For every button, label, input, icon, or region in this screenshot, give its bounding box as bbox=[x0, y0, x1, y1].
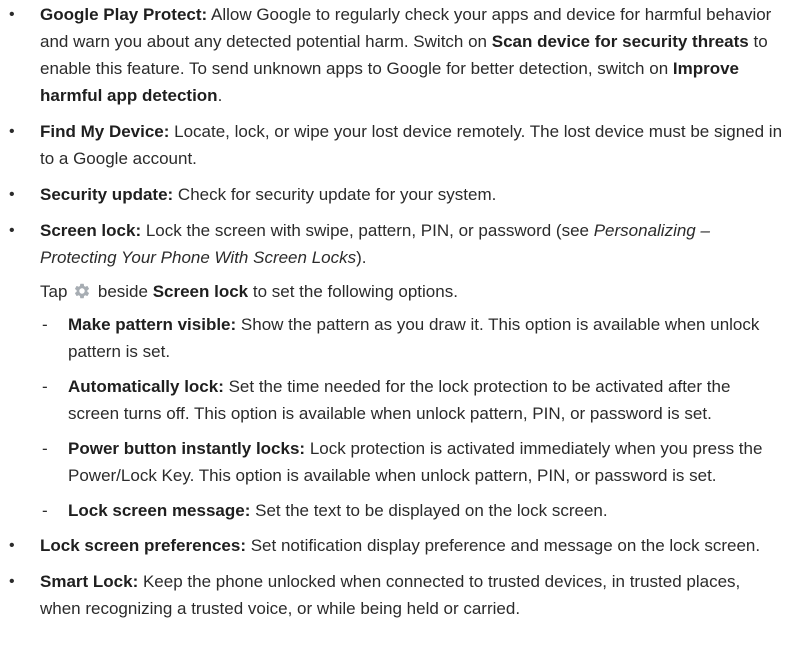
item-text: Keep the phone unlocked when connected t… bbox=[40, 572, 741, 618]
sub-item-title: Automatically lock: bbox=[68, 377, 224, 396]
bullet: • bbox=[9, 573, 15, 590]
screen-lock-options-list: - Make pattern visible: Show the pattern… bbox=[0, 311, 797, 524]
sub-item-power-button-instantly-locks: - Power button instantly locks: Lock pro… bbox=[0, 435, 797, 489]
bullet: • bbox=[9, 6, 15, 23]
dash: - bbox=[42, 439, 48, 458]
sub-item-automatically-lock: - Automatically lock: Set the time neede… bbox=[0, 373, 797, 427]
item-text: . bbox=[217, 86, 223, 105]
item-text: Lock the screen with swipe, pattern, PIN… bbox=[141, 221, 594, 240]
list-item-screen-lock: • Screen lock: Lock the screen with swip… bbox=[0, 217, 797, 271]
item-title: Lock screen preferences: bbox=[40, 536, 246, 555]
item-text: Set notification display preference and … bbox=[246, 536, 761, 555]
item-text: Check for security update for your syste… bbox=[173, 185, 497, 204]
security-settings-list-continued: • Lock screen preferences: Set notificat… bbox=[0, 532, 797, 622]
bullet: • bbox=[9, 123, 15, 140]
item-title: Find My Device: bbox=[40, 122, 170, 141]
list-item-lock-screen-preferences: • Lock screen preferences: Set notificat… bbox=[0, 532, 797, 559]
item-title: Security update: bbox=[40, 185, 174, 204]
dash: - bbox=[42, 315, 48, 334]
security-settings-list: • Google Play Protect: Allow Google to r… bbox=[0, 1, 797, 271]
sub-item-title: Power button instantly locks: bbox=[68, 439, 306, 458]
item-title: Google Play Protect: bbox=[40, 5, 208, 24]
sub-item-lock-screen-message: - Lock screen message: Set the text to b… bbox=[0, 497, 797, 524]
bullet: • bbox=[9, 537, 15, 554]
list-item-find-my-device: • Find My Device: Locate, lock, or wipe … bbox=[0, 118, 797, 172]
item-title: Screen lock: bbox=[40, 221, 142, 240]
item-title: Smart Lock: bbox=[40, 572, 139, 591]
list-item-security-update: • Security update: Check for security up… bbox=[0, 181, 797, 208]
list-item-google-play-protect: • Google Play Protect: Allow Google to r… bbox=[0, 1, 797, 109]
sub-item-make-pattern-visible: - Make pattern visible: Show the pattern… bbox=[0, 311, 797, 365]
gear-icon bbox=[73, 281, 91, 299]
item-text: ). bbox=[356, 248, 367, 267]
setting-name: Screen lock bbox=[152, 282, 249, 301]
sub-item-title: Make pattern visible: bbox=[68, 315, 237, 334]
setting-name: Scan device for security threats bbox=[491, 32, 749, 51]
bullet: • bbox=[9, 186, 15, 203]
screen-lock-note: Tap beside Screen lock to set the follow… bbox=[0, 278, 797, 305]
note-text: beside bbox=[93, 282, 153, 301]
dash: - bbox=[42, 377, 48, 396]
note-text: to set the following options. bbox=[248, 282, 458, 301]
dash: - bbox=[42, 501, 48, 520]
list-item-smart-lock: • Smart Lock: Keep the phone unlocked wh… bbox=[0, 568, 797, 622]
document-page: • Google Play Protect: Allow Google to r… bbox=[0, 1, 797, 622]
sub-item-title: Lock screen message: bbox=[68, 501, 251, 520]
sub-item-text: Set the text to be displayed on the lock… bbox=[250, 501, 608, 520]
note-text: Tap bbox=[40, 282, 73, 301]
bullet: • bbox=[9, 222, 15, 239]
